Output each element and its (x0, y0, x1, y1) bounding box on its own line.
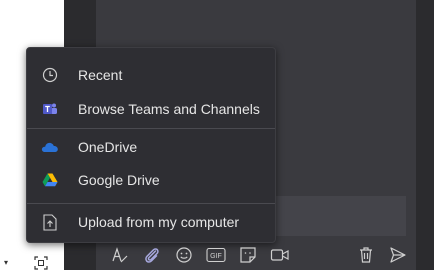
menu-item-label: Browse Teams and Channels (78, 101, 260, 117)
attach-menu: Recent Browse Teams and Channels OneDriv… (26, 47, 276, 243)
menu-item-google-drive[interactable]: Google Drive (27, 164, 275, 196)
chat-right-edge (416, 0, 434, 278)
menu-item-label: Google Drive (78, 172, 160, 188)
menu-item-onedrive[interactable]: OneDrive (27, 131, 275, 163)
menu-separator (27, 128, 275, 129)
send-icon[interactable] (388, 245, 408, 265)
expand-icon[interactable] (34, 256, 48, 270)
menu-separator (27, 203, 275, 204)
menu-item-label: Upload from my computer (78, 214, 240, 230)
emoji-icon[interactable] (174, 245, 194, 265)
delete-icon[interactable] (356, 245, 376, 265)
onedrive-icon (41, 138, 59, 156)
bottom-strip (0, 270, 434, 278)
menu-item-upload[interactable]: Upload from my computer (27, 206, 275, 238)
svg-text:GIF: GIF (210, 253, 222, 260)
menu-item-label: OneDrive (78, 139, 138, 155)
sticker-icon[interactable] (238, 245, 258, 265)
attach-icon[interactable] (142, 245, 162, 265)
clock-icon (41, 66, 59, 84)
menu-item-browse-teams[interactable]: Browse Teams and Channels (27, 93, 275, 125)
meet-now-icon[interactable] (270, 245, 290, 265)
dropdown-arrow-icon[interactable]: ▾ (4, 258, 14, 268)
upload-file-icon (41, 213, 59, 231)
teams-icon (41, 100, 59, 118)
menu-item-label: Recent (78, 67, 123, 83)
format-icon[interactable] (110, 245, 130, 265)
gif-icon[interactable]: GIF (206, 245, 226, 265)
menu-item-recent[interactable]: Recent (27, 59, 275, 91)
google-drive-icon (41, 171, 59, 189)
